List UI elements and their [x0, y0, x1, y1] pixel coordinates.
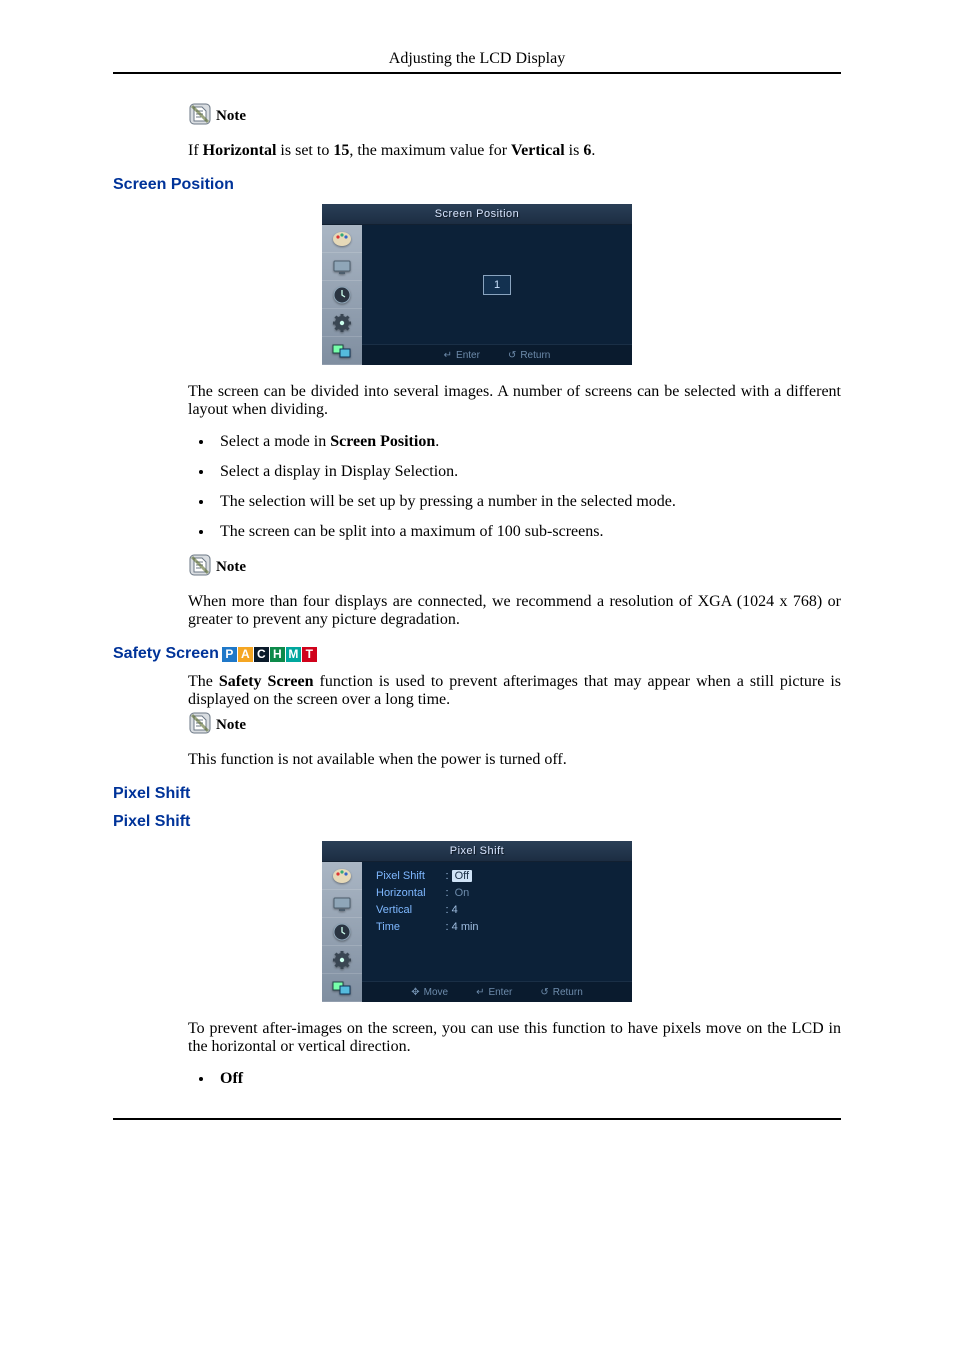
- move-label: Move: [424, 987, 448, 998]
- enter-label: Enter: [488, 987, 512, 998]
- badge-a: A: [238, 647, 253, 662]
- screen-icon[interactable]: [322, 890, 362, 918]
- osd-sidebar: [322, 862, 362, 1002]
- note-icon: [188, 711, 212, 735]
- note-icon: [188, 102, 212, 126]
- note-label: Note: [216, 559, 246, 577]
- note-block: Note: [188, 102, 841, 126]
- list-item: Select a display in Display Selection.: [214, 463, 841, 481]
- note-icon: [188, 553, 212, 577]
- list-item: Off: [214, 1070, 841, 1088]
- footer-rule: [113, 1118, 841, 1120]
- multi-icon[interactable]: [322, 337, 362, 365]
- osd-title: Pixel Shift: [322, 841, 632, 862]
- return-icon: ↺: [508, 350, 516, 361]
- enter-icon: ↵: [444, 350, 452, 361]
- screen-icon[interactable]: [322, 253, 362, 281]
- pixel-shift-list: Off: [188, 1070, 841, 1088]
- osd-row-value: : 4: [446, 904, 479, 916]
- list-item: Select a mode in Screen Position.: [214, 433, 841, 451]
- badge-t: T: [302, 647, 317, 662]
- osd-menu: Pixel Shift Horizontal Vertical Time : O…: [362, 862, 632, 981]
- heading-pixel-shift-1: Pixel Shift: [113, 785, 841, 803]
- osd-row-value: : 4 min: [446, 921, 479, 933]
- palette-icon[interactable]: [322, 225, 362, 253]
- mode-badges: P A C H M T: [222, 647, 317, 662]
- badge-m: M: [286, 647, 301, 662]
- osd-row-label[interactable]: Vertical: [376, 904, 426, 916]
- list-item: The screen can be split into a maximum o…: [214, 523, 841, 541]
- multi-icon[interactable]: [322, 974, 362, 1002]
- note-block: Note: [188, 553, 841, 577]
- move-icon: ✥: [411, 987, 419, 998]
- page-header: Adjusting the LCD Display: [113, 50, 841, 68]
- osd-screen-position: Screen Position 1 ↵ Enter ↺ Return: [322, 204, 632, 365]
- osd-row-value: : Off: [446, 870, 479, 882]
- list-item: The selection will be set up by pressing…: [214, 493, 841, 511]
- clock-icon[interactable]: [322, 918, 362, 946]
- badge-c: C: [254, 647, 269, 662]
- screen-position-list: Select a mode in Screen Position. Select…: [188, 433, 841, 541]
- note-label: Note: [216, 108, 246, 126]
- osd-sidebar: [322, 225, 362, 365]
- osd-row-value: : On: [446, 887, 479, 899]
- note-text: If Horizontal is set to 15, the maximum …: [188, 142, 841, 160]
- note-text: This function is not available when the …: [188, 751, 841, 769]
- osd-row-label[interactable]: Time: [376, 921, 426, 933]
- safety-screen-desc: The Safety Screen function is used to pr…: [188, 673, 841, 709]
- heading-pixel-shift-2: Pixel Shift: [113, 813, 841, 831]
- osd-pixel-shift: Pixel Shift Pixel Shift Horizontal Verti…: [322, 841, 632, 1002]
- clock-icon[interactable]: [322, 281, 362, 309]
- osd-row-label[interactable]: Pixel Shift: [376, 870, 426, 882]
- note-block: Note: [188, 711, 841, 735]
- palette-icon[interactable]: [322, 862, 362, 890]
- osd-row-label[interactable]: Horizontal: [376, 887, 426, 899]
- osd-selected-cell[interactable]: 1: [483, 275, 511, 295]
- badge-p: P: [222, 647, 237, 662]
- note-label: Note: [216, 717, 246, 735]
- enter-label: Enter: [456, 350, 480, 361]
- badge-h: H: [270, 647, 285, 662]
- return-label: Return: [520, 350, 550, 361]
- note-text: When more than four displays are connect…: [188, 593, 841, 629]
- enter-icon: ↵: [476, 987, 484, 998]
- screen-position-desc: The screen can be divided into several i…: [188, 383, 841, 419]
- heading-screen-position: Screen Position: [113, 176, 841, 194]
- gear-icon[interactable]: [322, 309, 362, 337]
- pixel-shift-desc: To prevent after-images on the screen, y…: [188, 1020, 841, 1056]
- osd-footer: ↵ Enter ↺ Return: [362, 344, 632, 365]
- osd-title: Screen Position: [322, 204, 632, 225]
- return-icon: ↺: [540, 987, 548, 998]
- heading-safety-screen: Safety Screen P A C H M T: [113, 645, 841, 663]
- osd-footer: ✥ Move ↵ Enter ↺ Return: [362, 981, 632, 1002]
- return-label: Return: [553, 987, 583, 998]
- gear-icon[interactable]: [322, 946, 362, 974]
- header-rule: [113, 72, 841, 74]
